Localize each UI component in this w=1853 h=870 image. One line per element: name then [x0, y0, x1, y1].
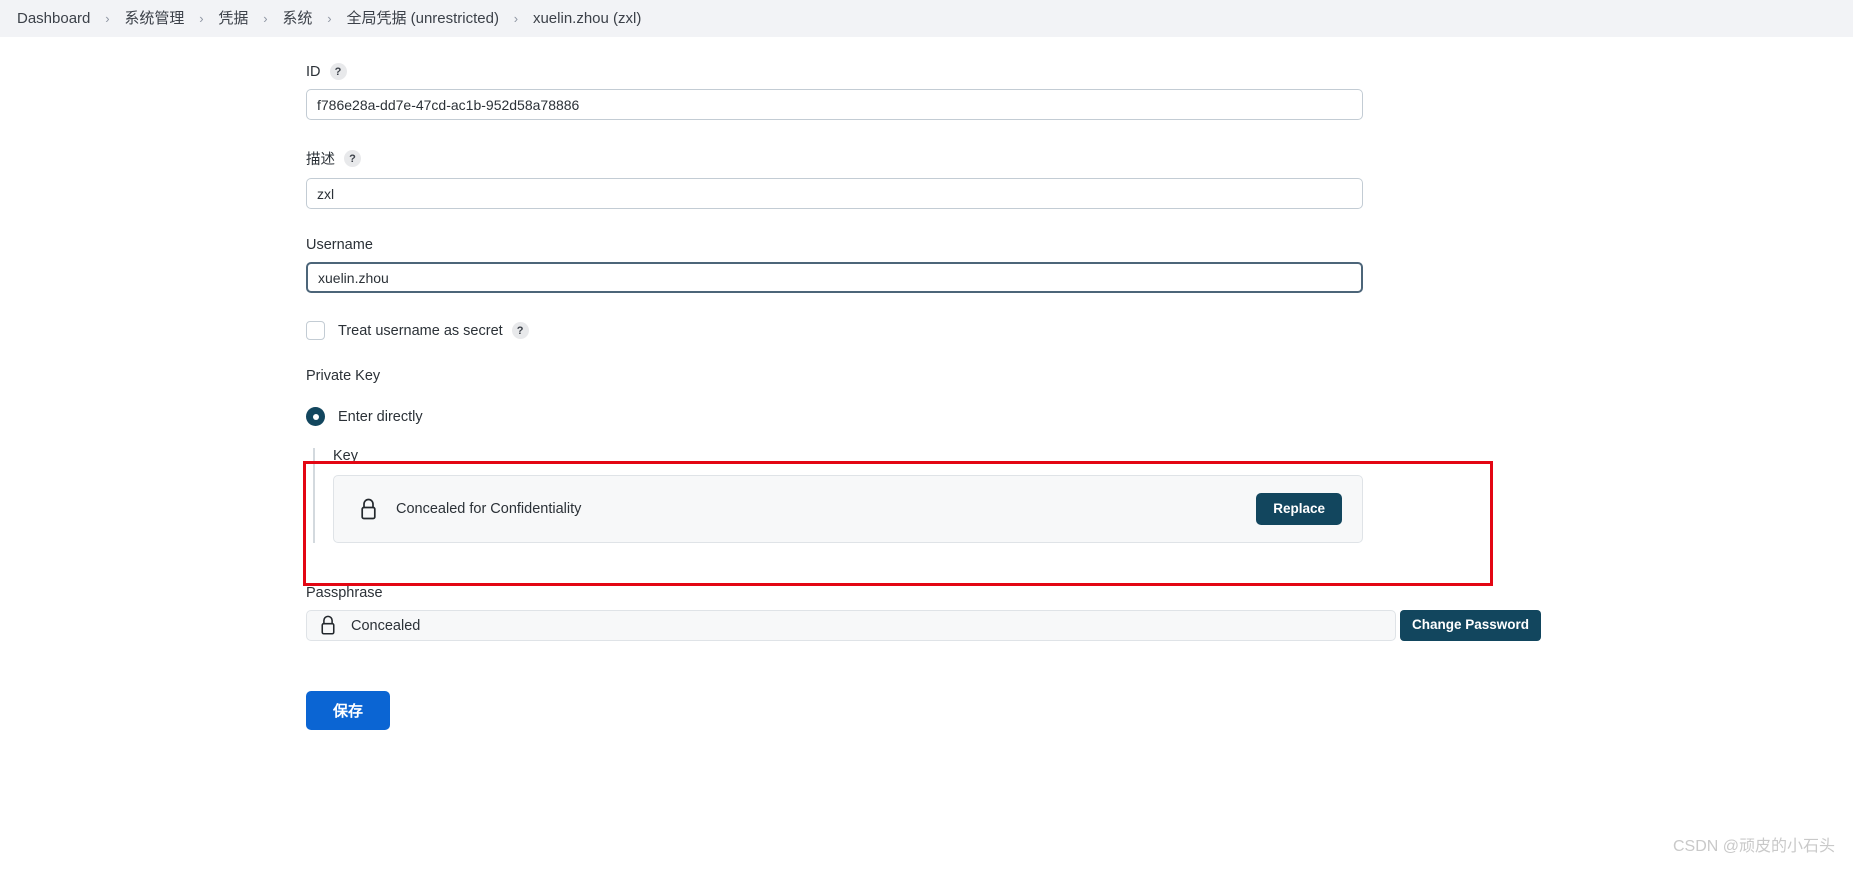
id-input[interactable]: [306, 89, 1363, 120]
description-input[interactable]: [306, 178, 1363, 209]
passphrase-concealed-text: Concealed: [351, 617, 421, 634]
key-concealed-box: Concealed for Confidentiality Replace: [333, 475, 1363, 543]
breadcrumb-item-system-management[interactable]: 系统管理: [117, 8, 191, 29]
breadcrumb-item-global-credentials[interactable]: 全局凭据 (unrestricted): [339, 8, 506, 29]
enter-directly-label: Enter directly: [338, 408, 423, 425]
id-label: ID: [306, 63, 321, 80]
username-input[interactable]: [306, 262, 1363, 293]
treat-username-as-secret-label: Treat username as secret: [338, 322, 503, 339]
username-label: Username: [306, 237, 373, 253]
replace-key-button[interactable]: Replace: [1256, 492, 1342, 526]
key-label: Key: [333, 448, 358, 464]
passphrase-field: Concealed: [306, 610, 1396, 641]
enter-directly-radio-row[interactable]: Enter directly: [306, 407, 1853, 426]
passphrase-label-row: Passphrase: [306, 585, 1853, 601]
treat-username-as-secret-checkbox[interactable]: [306, 321, 325, 340]
help-icon[interactable]: ?: [329, 63, 347, 80]
breadcrumb-separator-icon: ›: [199, 11, 204, 26]
description-label-row: 描述 ?: [306, 148, 1853, 169]
passphrase-label: Passphrase: [306, 585, 383, 601]
save-button[interactable]: 保存: [306, 691, 391, 730]
description-field-block: 描述 ?: [0, 148, 1853, 209]
passphrase-row: Concealed Change Password: [306, 610, 1853, 641]
lock-icon: [361, 498, 376, 519]
radio-selected-dot: [312, 413, 319, 420]
lock-icon: [321, 615, 335, 635]
id-field-block: ID ?: [0, 63, 1853, 120]
username-label-row: Username: [306, 237, 1853, 253]
breadcrumb-separator-icon: ›: [327, 11, 332, 26]
breadcrumb-separator-icon: ›: [513, 11, 519, 26]
credential-form: ID ? 描述 ? Username Treat username as sec…: [0, 37, 1853, 730]
key-concealed-text: Concealed for Confidentiality: [396, 501, 582, 517]
username-field-block: Username: [0, 237, 1853, 293]
help-icon[interactable]: ?: [344, 150, 361, 167]
key-group: Key Concealed for Confidentiality Replac…: [313, 448, 1373, 543]
treat-username-as-secret-row[interactable]: Treat username as secret ?: [306, 321, 1853, 340]
breadcrumb-separator-icon: ›: [105, 11, 110, 26]
watermark: CSDN @顽皮的小石头: [1672, 838, 1835, 855]
description-label: 描述: [306, 152, 335, 168]
breadcrumb: Dashboard › 系统管理 › 凭据 › 系统 › 全局凭据 (unres…: [0, 0, 1853, 37]
private-key-label: Private Key: [306, 368, 381, 384]
private-key-label-row: Private Key: [306, 368, 1853, 384]
id-label-row: ID ?: [306, 63, 1853, 80]
change-password-button[interactable]: Change Password: [1400, 610, 1542, 641]
enter-directly-radio[interactable]: [306, 407, 325, 426]
breadcrumb-item-credentials[interactable]: 凭据: [211, 8, 255, 29]
breadcrumb-separator-icon: ›: [263, 11, 268, 26]
breadcrumb-item-current-credential[interactable]: xuelin.zhou (zxl): [526, 8, 648, 29]
breadcrumb-item-system[interactable]: 系统: [275, 8, 319, 29]
breadcrumb-item-dashboard[interactable]: Dashboard: [10, 8, 97, 29]
help-icon[interactable]: ?: [511, 322, 529, 339]
